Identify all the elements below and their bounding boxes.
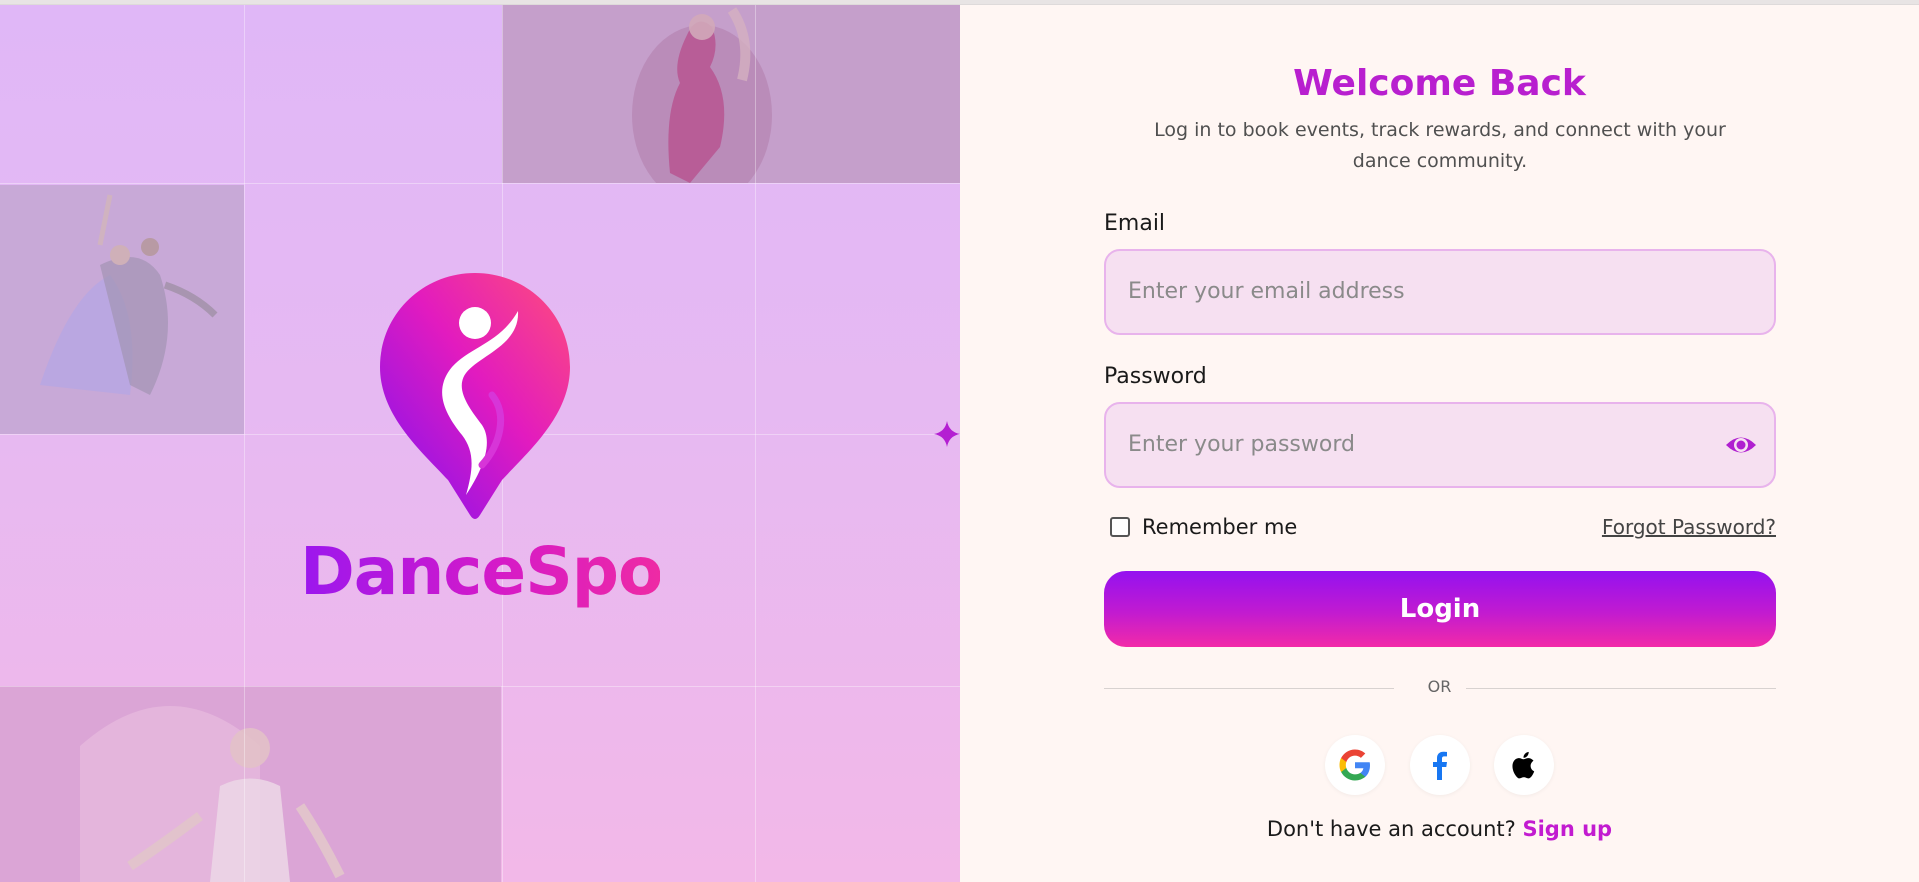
remember-me-checkbox[interactable] <box>1110 517 1130 537</box>
email-field[interactable]: Enter your email address <box>1104 249 1776 335</box>
login-button[interactable]: Login <box>1104 571 1776 647</box>
signup-row: Don't have an account? Sign up <box>960 817 1919 841</box>
grid-line <box>0 183 960 184</box>
or-divider-text: OR <box>1427 677 1452 696</box>
dancer-photo-couple <box>0 185 244 434</box>
password-placeholder: Enter your password <box>1128 432 1355 457</box>
brand-name: DanceSpot <box>300 533 694 613</box>
password-field[interactable]: Enter your password <box>1104 402 1776 488</box>
login-panel: Welcome Back Log in to book events, trac… <box>960 5 1919 882</box>
page-subtitle: Log in to book events, track rewards, an… <box>1154 119 1726 172</box>
forgot-password-link[interactable]: Forgot Password? <box>1602 513 1776 541</box>
apple-login-button[interactable] <box>1494 735 1554 795</box>
facebook-login-button[interactable] <box>1410 735 1470 795</box>
signup-prompt: Don't have an account? <box>1266 817 1516 841</box>
hero-panel: DanceSpot <box>0 5 960 882</box>
dancer-pin-logo <box>370 265 580 530</box>
signup-link[interactable]: Sign up <box>1522 817 1612 841</box>
password-label: Password <box>1104 364 1207 389</box>
google-login-button[interactable] <box>1325 735 1385 795</box>
eye-icon[interactable] <box>1724 430 1758 460</box>
grid-line <box>0 686 960 687</box>
page-title: Welcome Back <box>1293 63 1586 104</box>
dancer-photo-ballerina <box>0 686 501 882</box>
google-icon <box>1339 749 1370 781</box>
remember-me-label[interactable]: Remember me <box>1142 513 1297 541</box>
dancer-photo-top <box>502 5 960 183</box>
remember-row: Remember me Forgot Password? <box>1104 513 1776 543</box>
sparkle-icon <box>932 419 960 449</box>
email-placeholder: Enter your email address <box>1128 279 1405 304</box>
apple-icon <box>1512 751 1535 779</box>
grid-line <box>755 5 756 882</box>
grid-line <box>244 5 245 882</box>
email-label: Email <box>1104 211 1166 236</box>
facebook-icon <box>1433 751 1447 780</box>
